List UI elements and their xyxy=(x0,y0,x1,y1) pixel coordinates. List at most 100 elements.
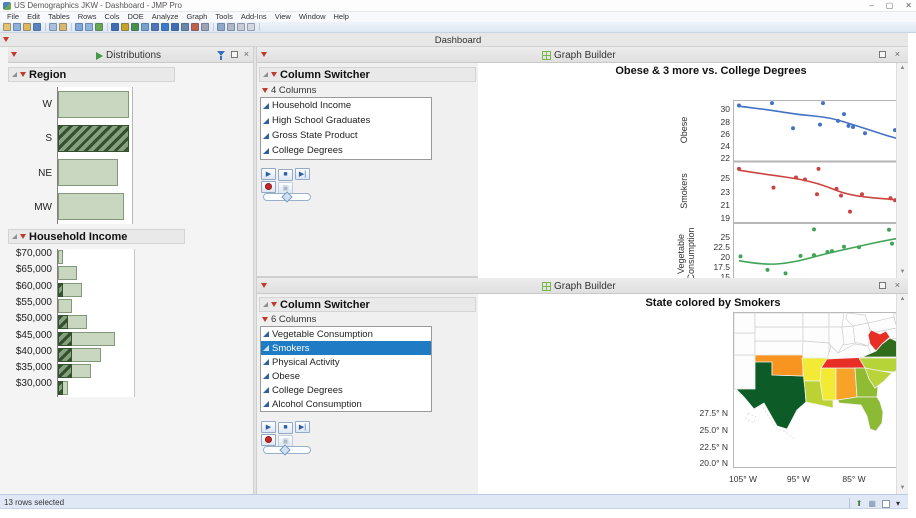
state-florida[interactable] xyxy=(838,397,883,431)
graph-builder-bottom-close-icon[interactable]: × xyxy=(895,282,900,289)
region-section-header[interactable]: Region xyxy=(8,67,175,82)
data-point-vegetable-consumption-8[interactable] xyxy=(842,245,846,249)
data-point-smokers-5[interactable] xyxy=(815,192,819,196)
column-bottom-item-physical-activity[interactable]: Physical Activity xyxy=(261,355,431,369)
scroll-up-arrow-icon[interactable]: ▲ xyxy=(897,64,908,73)
switcher-top-slider-thumb[interactable] xyxy=(281,191,292,202)
data-point-vegetable-consumption-0[interactable] xyxy=(739,254,743,258)
switcher-bottom-speed-slider[interactable] xyxy=(263,446,311,454)
record-button-2[interactable] xyxy=(261,434,276,446)
distributions-close-icon[interactable]: × xyxy=(244,51,249,58)
column-bottom-item-college-degrees[interactable]: College Degrees xyxy=(261,383,431,397)
selection-tool-icon[interactable] xyxy=(141,23,149,31)
window-layout-icon[interactable] xyxy=(227,23,235,31)
histogram-selected-bar-5[interactable] xyxy=(58,332,72,346)
menu-add-ins[interactable]: Add-Ins xyxy=(237,12,271,22)
histogram-selected-bar-2[interactable] xyxy=(58,283,63,297)
histogram-selected-bar-7[interactable] xyxy=(58,364,72,378)
column-bottom-item-obese[interactable]: Obese xyxy=(261,369,431,383)
menu-doe[interactable]: DOE xyxy=(124,12,148,22)
crosshair-tool-icon[interactable] xyxy=(171,23,179,31)
data-point-vegetable-consumption-7[interactable] xyxy=(830,249,834,253)
caret-down-icon[interactable]: ▾ xyxy=(896,496,900,511)
brush-tool-icon[interactable] xyxy=(161,23,169,31)
menu-edit[interactable]: Edit xyxy=(23,12,44,22)
menu-file[interactable]: File xyxy=(3,12,23,22)
help-tool-icon[interactable] xyxy=(121,23,129,31)
minimize-button[interactable]: – xyxy=(869,0,873,12)
graph-builder-top-scrollbar[interactable]: ▲ ▼ xyxy=(896,63,908,278)
data-point-obese-0[interactable] xyxy=(737,104,741,108)
shape-tool-icon[interactable] xyxy=(237,23,245,31)
arrow-up-icon[interactable]: ⬆ xyxy=(856,496,863,511)
data-point-obese-3[interactable] xyxy=(791,126,795,130)
zoom-tool-icon[interactable] xyxy=(201,23,209,31)
data-point-smokers-1[interactable] xyxy=(772,186,776,190)
column-switcher-bottom-red-triangle-menu[interactable] xyxy=(271,302,277,307)
column-switcher-top-header[interactable]: Column Switcher xyxy=(259,67,476,82)
income-disclosure-icon[interactable] xyxy=(12,234,17,239)
column-bottom-item-vegetable-consumption[interactable]: Vegetable Consumption xyxy=(261,327,431,341)
data-point-obese-2[interactable] xyxy=(821,101,825,105)
histogram-bar-0[interactable] xyxy=(58,91,129,118)
column-count-bottom-red-triangle-menu[interactable] xyxy=(262,317,268,322)
data-point-vegetable-consumption-6[interactable] xyxy=(826,250,830,254)
distributions-maximize-icon[interactable] xyxy=(231,51,238,58)
scroll-down-arrow-icon[interactable]: ▼ xyxy=(897,268,908,277)
column-top-item-household-income[interactable]: Household Income xyxy=(261,98,431,113)
histogram-bar-1[interactable] xyxy=(58,266,77,280)
column-switcher-bottom-disclosure-icon[interactable] xyxy=(263,302,268,307)
histogram-selected-bar-1[interactable] xyxy=(58,125,129,152)
column-switcher-bottom-header[interactable]: Column Switcher xyxy=(259,297,476,312)
histogram-bar-3[interactable] xyxy=(58,299,72,313)
income-section-header[interactable]: Household Income xyxy=(8,229,185,244)
menu-rows[interactable]: Rows xyxy=(74,12,101,22)
scroll-up-arrow-icon-2[interactable]: ▲ xyxy=(897,295,908,304)
income-red-triangle-menu[interactable] xyxy=(20,234,26,239)
ellipse-tool-icon[interactable] xyxy=(247,23,255,31)
column-top-item-college-degrees[interactable]: College Degrees xyxy=(261,143,431,158)
data-point-smokers-8[interactable] xyxy=(860,192,864,196)
data-point-smokers-7[interactable] xyxy=(839,194,843,198)
annotate-tool-icon[interactable] xyxy=(191,23,199,31)
column-bottom-item-alcohol-consumption[interactable]: Alcohol Consumption xyxy=(261,397,431,411)
histogram-selected-bar-6[interactable] xyxy=(58,348,72,362)
data-point-vegetable-consumption-9[interactable] xyxy=(857,245,861,249)
square-toggle-icon[interactable] xyxy=(882,500,890,508)
data-point-vegetable-consumption-1[interactable] xyxy=(766,268,770,272)
data-point-smokers-2[interactable] xyxy=(794,176,798,180)
column-count-top-red-triangle-menu[interactable] xyxy=(262,88,268,93)
data-point-obese-6[interactable] xyxy=(842,112,846,116)
data-point-vegetable-consumption-3[interactable] xyxy=(799,254,803,258)
step-button[interactable]: ▶| xyxy=(295,168,310,180)
menu-cols[interactable]: Cols xyxy=(100,12,123,22)
column-switcher-top-disclosure-icon[interactable] xyxy=(263,72,268,77)
data-point-obese-4[interactable] xyxy=(818,123,822,127)
histogram-selected-bar-8[interactable] xyxy=(58,381,63,395)
maximize-button[interactable]: ▢ xyxy=(886,0,894,12)
switcher-top-speed-slider[interactable] xyxy=(263,193,311,201)
data-point-vegetable-consumption-4[interactable] xyxy=(812,253,816,257)
menu-tools[interactable]: Tools xyxy=(211,12,237,22)
open-file-icon[interactable] xyxy=(3,23,11,31)
data-point-smokers-9[interactable] xyxy=(848,210,852,214)
histogram-bar-3[interactable] xyxy=(58,193,124,220)
graph-builder-top-red-triangle-menu[interactable] xyxy=(261,52,267,57)
graph-builder-bottom-maximize-icon[interactable] xyxy=(879,282,886,289)
histogram-bar-2[interactable] xyxy=(58,159,118,186)
data-point-smokers-3[interactable] xyxy=(803,178,807,182)
paste-icon[interactable] xyxy=(59,23,67,31)
graph-builder-top-close-icon[interactable]: × xyxy=(895,51,900,58)
region-disclosure-icon[interactable] xyxy=(12,72,17,77)
data-point-smokers-10[interactable] xyxy=(889,196,893,200)
state-mississippi[interactable] xyxy=(820,368,836,400)
close-button[interactable]: ✕ xyxy=(905,0,912,12)
new-script-icon[interactable] xyxy=(75,23,83,31)
copy-icon[interactable] xyxy=(49,23,57,31)
menu-window[interactable]: Window xyxy=(295,12,330,22)
data-point-vegetable-consumption-10[interactable] xyxy=(887,228,891,232)
graph-builder-bottom-red-triangle-menu[interactable] xyxy=(261,283,267,288)
graph-builder-top-maximize-icon[interactable] xyxy=(879,51,886,58)
magnifier-tool-icon[interactable] xyxy=(181,23,189,31)
table-icon[interactable]: ▦ xyxy=(868,496,876,511)
